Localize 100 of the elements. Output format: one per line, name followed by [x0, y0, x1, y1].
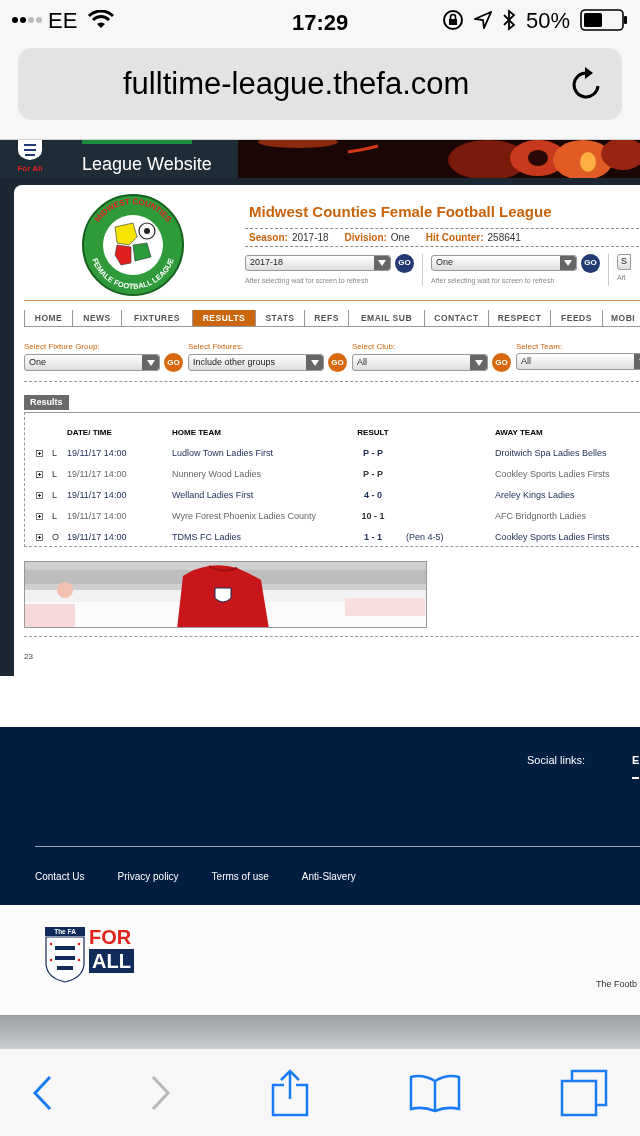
social-link[interactable]: E: [632, 752, 640, 779]
footer-link[interactable]: Terms of use: [211, 869, 269, 884]
match-result: P - P: [362, 446, 384, 460]
caret-icon: [378, 260, 386, 266]
nav-tab[interactable]: MOBI: [602, 310, 640, 327]
away-team-link[interactable]: Cookley Sports Ladies Firsts: [495, 467, 640, 482]
match-type: L: [51, 509, 58, 523]
away-team-link[interactable]: Droitwich Spa Ladies Belles: [495, 446, 640, 461]
back-icon[interactable]: [32, 1074, 52, 1111]
filter-label: Select Fixtures:: [188, 342, 245, 352]
match-type: L: [51, 446, 58, 460]
caret-icon: [564, 260, 572, 266]
bluetooth-icon: [501, 9, 516, 31]
copyright-text: The Footb: [596, 978, 638, 991]
nav-tab[interactable]: HOME: [24, 310, 72, 327]
nav-tab[interactable]: REFS: [304, 310, 348, 327]
go-button[interactable]: GO: [164, 353, 183, 372]
caret-icon: [474, 359, 483, 366]
match-date: 19/11/17 14:00: [66, 530, 128, 544]
info-value: 2017-18: [291, 230, 329, 245]
info-value: 258641: [487, 230, 521, 245]
footer-link[interactable]: Privacy policy: [117, 869, 179, 884]
tabs-icon[interactable]: [560, 1068, 608, 1117]
match-date: 19/11/17 14:00: [66, 488, 128, 502]
expand-icon[interactable]: [36, 534, 43, 541]
division-dropdown[interactable]: One: [431, 255, 577, 271]
season-dropdown[interactable]: 2017-18: [245, 255, 391, 271]
filter-dropdown[interactable]: All: [352, 354, 488, 371]
away-team-link[interactable]: Areley Kings Ladies: [495, 488, 640, 503]
match-type: L: [51, 488, 58, 502]
match-date: 19/11/17 14:00: [66, 467, 128, 481]
info-label: Hit Counter:: [425, 230, 484, 245]
match-result: 1 - 1: [363, 530, 383, 544]
away-team-link[interactable]: AFC Bridgnorth Ladies: [495, 509, 640, 524]
nav-tab[interactable]: RESULTS: [192, 310, 255, 327]
match-result: P - P: [362, 467, 384, 481]
filter-dropdown[interactable]: All: [516, 353, 640, 370]
filter-label: Select Team:: [516, 342, 564, 352]
away-team-link[interactable]: Cookley Sports Ladies Firsts: [495, 530, 640, 545]
nav-tab[interactable]: EMAIL SUB: [348, 310, 424, 327]
go-button[interactable]: GO: [581, 253, 600, 273]
column-header: DATE/ TIME: [66, 427, 113, 439]
filter-dropdown[interactable]: Include other groups: [188, 354, 324, 371]
page-number: 23: [24, 651, 34, 663]
results-tab[interactable]: Results: [24, 395, 69, 410]
info-value: One: [390, 230, 410, 245]
match-type: L: [51, 467, 58, 481]
battery-icon: [580, 9, 628, 31]
rotation-lock-icon: [441, 9, 464, 31]
address-field[interactable]: fulltime-league.thefa.com: [18, 48, 622, 120]
home-team-link[interactable]: Wyre Forest Phoenix Ladies County: [172, 509, 348, 524]
nav-tab[interactable]: FIXTURES: [121, 310, 192, 327]
go-button[interactable]: GO: [395, 253, 414, 273]
penalty-note: (Pen 4-5): [405, 530, 445, 544]
site-title: League Website: [82, 154, 213, 174]
all-label: ALL: [89, 949, 134, 973]
signal-icon: [12, 17, 42, 23]
match-result: 10 - 1: [360, 509, 386, 523]
home-team-link[interactable]: Nunnery Wood Ladies: [172, 467, 348, 482]
go-button[interactable]: GO: [492, 353, 511, 372]
match-result: 4 - 0: [363, 488, 383, 502]
dropdown[interactable]: S: [617, 253, 631, 270]
nav-tab[interactable]: STATS: [255, 310, 304, 327]
expand-icon[interactable]: [36, 492, 43, 499]
nav-tab[interactable]: CONTACT: [424, 310, 488, 327]
wifi-icon: [87, 10, 116, 30]
share-icon[interactable]: [270, 1068, 310, 1117]
filter-label: Select Fixture Group:: [24, 342, 101, 352]
go-button[interactable]: GO: [328, 353, 347, 372]
nav-tab[interactable]: RESPECT: [488, 310, 550, 327]
match-date: 19/11/17 14:00: [66, 446, 128, 460]
filter-label: Select Club:: [352, 342, 397, 352]
bookmarks-icon[interactable]: [409, 1072, 461, 1113]
league-title: Midwest Counties Female Football League: [248, 202, 553, 222]
caret-icon: [146, 359, 155, 366]
nav-tab[interactable]: FEEDS: [550, 310, 602, 327]
filter-dropdown[interactable]: One: [24, 354, 160, 371]
column-header: HOME TEAM: [172, 427, 222, 439]
expand-icon[interactable]: [36, 513, 43, 520]
caret-icon: [310, 359, 319, 366]
info-label: Season:: [249, 230, 288, 245]
expand-icon[interactable]: [36, 471, 43, 478]
for-label: FOR: [89, 927, 133, 947]
match-date: 19/11/17 14:00: [66, 509, 128, 523]
home-team-link[interactable]: Welland Ladies First: [172, 488, 348, 503]
crest-caption: For All: [17, 164, 43, 174]
expand-icon[interactable]: [36, 450, 43, 457]
info-label: Division:: [344, 230, 387, 245]
column-header: RESULT: [356, 427, 390, 439]
clock-time: 17:29: [292, 9, 349, 37]
footer-link[interactable]: Contact Us: [35, 869, 85, 884]
nav-tab[interactable]: NEWS: [72, 310, 121, 327]
home-team-link[interactable]: TDMS FC Ladies: [172, 530, 348, 545]
crest-icon: [45, 936, 85, 983]
column-header: AWAY TEAM: [495, 427, 544, 439]
battery-percentage: 50%: [525, 6, 570, 35]
footer-link[interactable]: Anti-Slavery: [301, 869, 356, 884]
location-icon: [473, 11, 492, 29]
social-links-label: Social links:: [527, 753, 586, 768]
home-team-link[interactable]: Ludlow Town Ladies First: [172, 446, 348, 461]
